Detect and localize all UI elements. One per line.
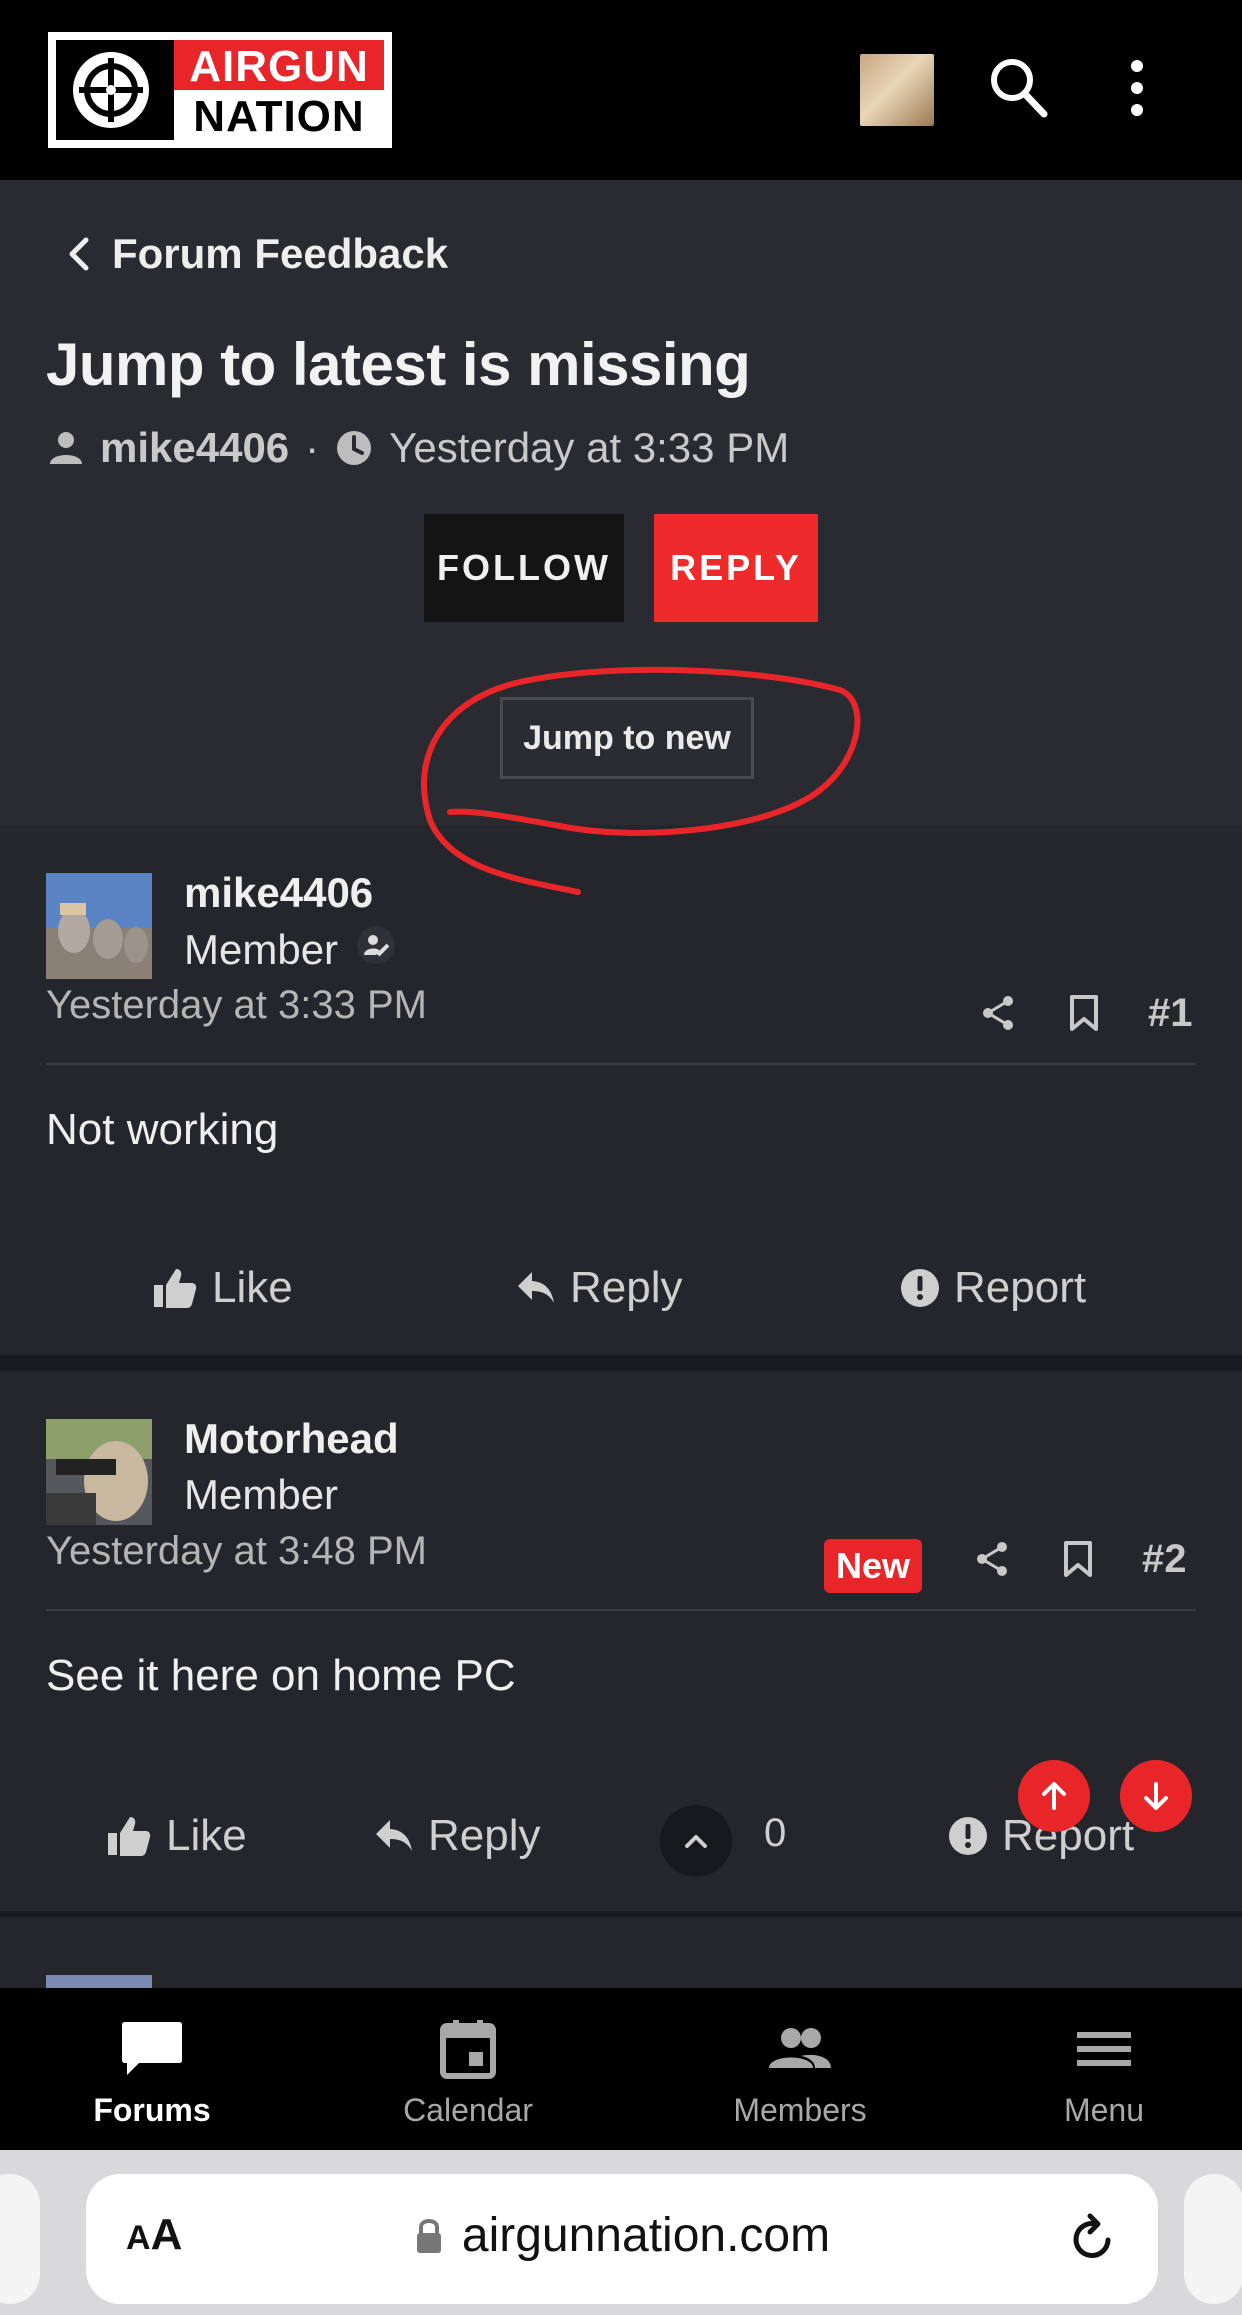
post-time[interactable]: Yesterday at 3:48 PM: [46, 1529, 427, 1574]
chevron-left-icon: [69, 237, 89, 271]
avatar[interactable]: [46, 1975, 152, 1988]
url-display[interactable]: airgunnation.com: [86, 2208, 1158, 2263]
thread-header: Forum Feedback Jump to latest is missing…: [0, 180, 1242, 825]
logo-text-nation: NATION: [174, 90, 384, 141]
avatar[interactable]: [46, 873, 152, 979]
reload-icon[interactable]: [1068, 2212, 1118, 2269]
site-logo[interactable]: AIRGUN NATION: [48, 32, 392, 148]
nav-members[interactable]: Members: [690, 2018, 910, 2129]
arrow-up-icon: [1042, 1782, 1066, 1810]
next-tab-peek[interactable]: [1184, 2174, 1242, 2304]
vote-score: 0: [764, 1811, 787, 1855]
bottom-navigation: Forums Calendar Members Menu: [0, 1988, 1242, 2150]
user-icon: [50, 432, 82, 464]
user-role-label: Member: [184, 926, 339, 973]
post-time[interactable]: Yesterday at 3:33 PM: [46, 983, 427, 1028]
reply-icon: [518, 1272, 554, 1303]
like-label: Like: [166, 1811, 247, 1860]
bookmark-icon[interactable]: [1066, 993, 1102, 1033]
thread-time[interactable]: Yesterday at 3:33 PM: [389, 424, 789, 472]
post-1: mike4406 Member Yesterday at 3:33 PM #1 …: [0, 825, 1242, 1355]
nav-calendar-label: Calendar: [403, 2092, 533, 2128]
share-icon[interactable]: [978, 993, 1018, 1033]
top-header: AIRGUN NATION: [0, 0, 1242, 180]
user-avatar[interactable]: [860, 54, 934, 126]
lock-icon: [416, 2218, 441, 2253]
share-icon[interactable]: [972, 1539, 1012, 1579]
thumbs-up-icon: [108, 1817, 151, 1856]
browser-toolbar: AA airgunnation.com: [0, 2150, 1242, 2315]
crosshair-icon: [56, 40, 174, 140]
upvote-button[interactable]: [660, 1805, 732, 1877]
nav-calendar[interactable]: Calendar: [358, 2018, 578, 2129]
nav-members-label: Members: [733, 2092, 867, 2128]
previous-tab-peek[interactable]: [0, 2174, 40, 2304]
report-link[interactable]: Report: [900, 1263, 1086, 1313]
post-body: See it here on home PC: [46, 1651, 516, 1700]
reply-button[interactable]: REPLY: [654, 514, 818, 622]
report-label: Report: [954, 1263, 1087, 1312]
nav-menu-label: Menu: [1063, 2092, 1145, 2128]
user-role: Member: [184, 1471, 338, 1519]
page-title: Jump to latest is missing: [46, 331, 751, 398]
post-divider: [46, 1609, 1196, 1611]
post-number-link[interactable]: #1: [1148, 991, 1193, 1036]
follow-button[interactable]: FOLLOW: [424, 514, 624, 622]
post-username[interactable]: mike4406: [184, 869, 373, 917]
post-number-link[interactable]: #2: [1142, 1537, 1187, 1582]
search-icon[interactable]: [984, 50, 1054, 126]
post-body: Not working: [46, 1105, 279, 1154]
nav-menu[interactable]: Menu: [994, 2018, 1214, 2129]
breadcrumb-back-link[interactable]: Forum Feedback: [64, 230, 448, 278]
thread-author-link[interactable]: mike4406: [100, 424, 289, 472]
post-separator: [0, 1355, 1242, 1371]
reply-label: Reply: [570, 1263, 683, 1312]
post-divider: [46, 1063, 1196, 1065]
jump-to-new-button[interactable]: Jump to new: [500, 697, 754, 779]
meta-separator: ·: [305, 424, 320, 471]
post-3-peek: [0, 1917, 1242, 1988]
nav-forums[interactable]: Forums: [42, 2018, 262, 2129]
user-edit-icon: [356, 925, 396, 975]
chevron-up-icon: [685, 1835, 707, 1848]
hamburger-icon: [1077, 2032, 1131, 2066]
url-text: airgunnation.com: [461, 2209, 831, 2262]
nav-forums-label: Forums: [93, 2092, 211, 2128]
breadcrumb-label: Forum Feedback: [112, 230, 449, 277]
arrow-down-icon: [1144, 1782, 1168, 1810]
alert-circle-icon: [901, 1269, 939, 1307]
thread-meta: mike4406 · Yesterday at 3:33 PM: [48, 424, 789, 472]
calendar-icon: [440, 2020, 496, 2079]
scroll-up-button[interactable]: [1018, 1760, 1090, 1832]
post-username[interactable]: Motorhead: [184, 1415, 399, 1463]
thumbs-up-icon: [154, 1269, 197, 1308]
alert-circle-icon: [949, 1817, 987, 1855]
more-vertical-icon[interactable]: [1102, 50, 1172, 126]
members-icon: [769, 2028, 831, 2068]
like-button[interactable]: Like: [152, 1263, 293, 1313]
like-button[interactable]: Like: [106, 1811, 247, 1861]
user-role: Member: [184, 925, 396, 975]
new-badge: New: [824, 1539, 923, 1593]
reply-icon: [376, 1820, 412, 1851]
avatar[interactable]: [46, 1419, 152, 1525]
address-bar[interactable]: AA airgunnation.com: [86, 2174, 1158, 2304]
logo-text-airgun: AIRGUN: [174, 40, 384, 91]
reply-label: Reply: [428, 1811, 541, 1860]
reply-link[interactable]: Reply: [516, 1263, 683, 1313]
like-label: Like: [212, 1263, 293, 1312]
chat-bubble-icon: [122, 2022, 182, 2075]
scroll-down-button[interactable]: [1120, 1760, 1192, 1832]
clock-icon: [337, 431, 372, 465]
reply-link[interactable]: Reply: [374, 1811, 541, 1861]
bookmark-icon[interactable]: [1060, 1539, 1096, 1579]
user-role-label: Member: [184, 1471, 339, 1518]
